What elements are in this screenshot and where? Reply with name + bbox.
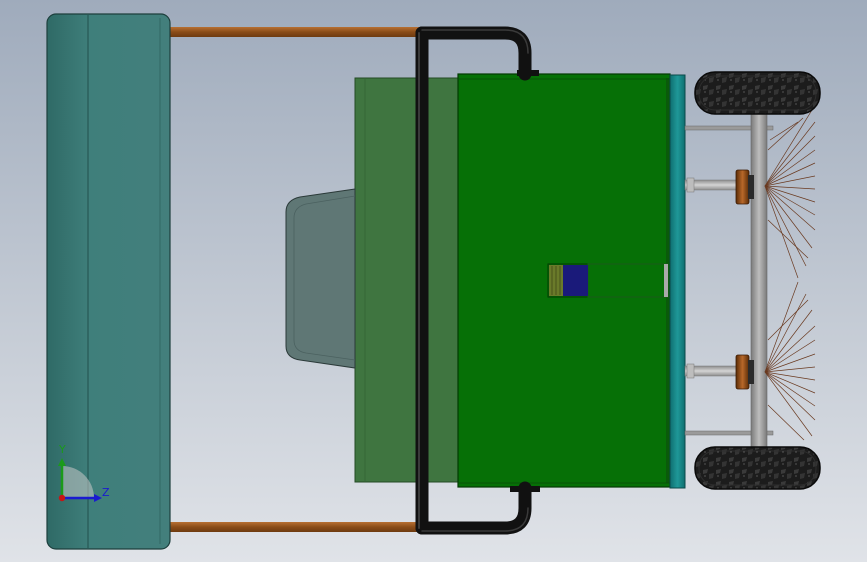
sweeper-top-view-model: [46, 13, 821, 550]
side-brush-bottom: [684, 281, 816, 441]
front-plate: [669, 74, 686, 489]
front-wheel-top: [694, 71, 821, 115]
connecting-rod-top: [168, 27, 420, 37]
frame-clamp-top: [517, 70, 539, 76]
triad-y-label: Y: [59, 443, 66, 456]
triad-x-axis: [58, 494, 66, 502]
rear-body: [354, 77, 460, 483]
frame-clamp-bottom: [510, 486, 540, 492]
front-wheel-bottom: [694, 446, 821, 490]
connecting-rod-bottom: [168, 522, 420, 532]
center-indicator: [547, 263, 669, 298]
triad-z-label: Z: [102, 486, 110, 499]
front-axle: [750, 111, 768, 453]
side-brush-top: [684, 109, 816, 279]
cad-viewport[interactable]: Y Z: [0, 0, 867, 562]
seat: [285, 188, 356, 369]
